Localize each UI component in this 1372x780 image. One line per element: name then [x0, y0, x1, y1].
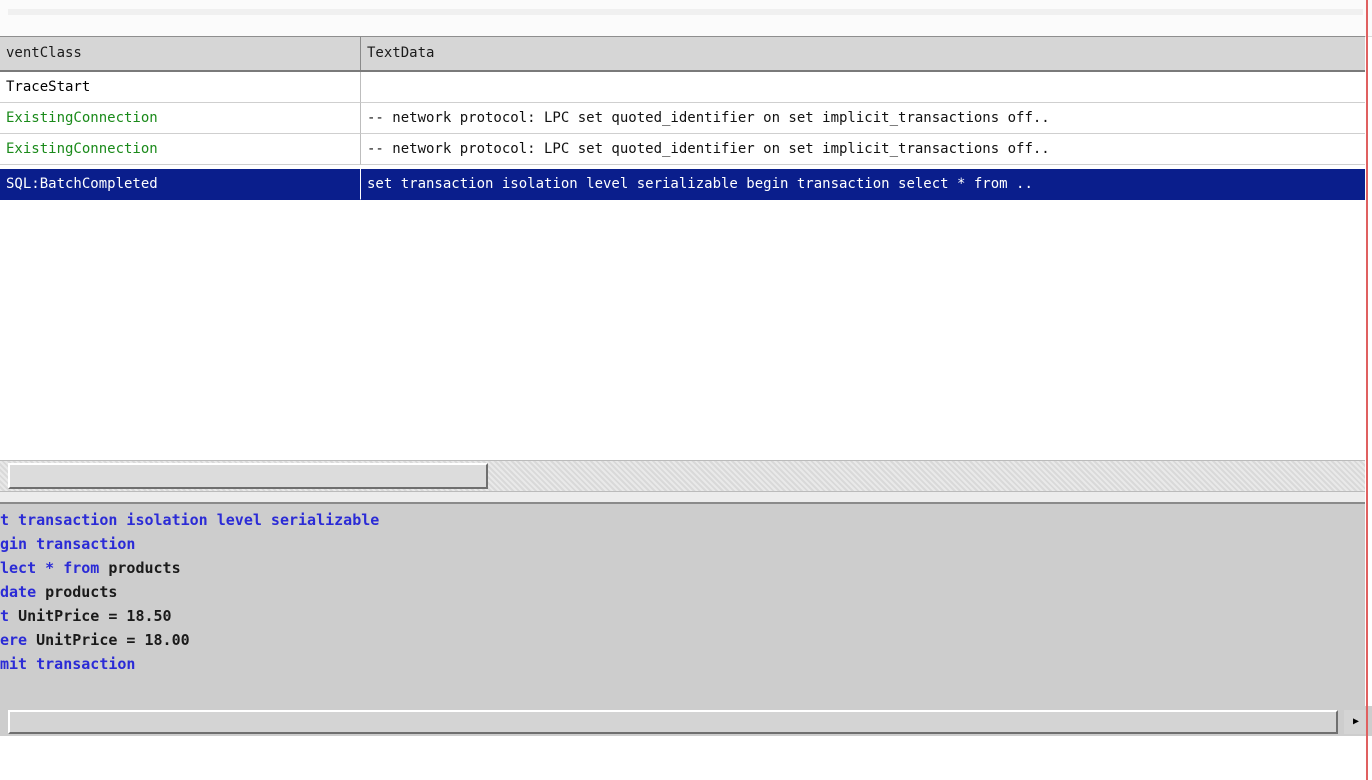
trace-grid[interactable]: ventClass TextData TraceStart ExistingCo… — [0, 36, 1365, 461]
column-header-event-class[interactable]: ventClass — [0, 37, 361, 70]
sql-line: gin transaction — [0, 532, 135, 556]
table-row-selected[interactable]: SQL:BatchCompleted set transaction isola… — [0, 169, 1365, 200]
sql-keyword: mit transaction — [0, 655, 136, 673]
sql-scrollbar-thumb[interactable] — [8, 710, 1338, 734]
sql-text: UnitPrice = 18.50 — [18, 607, 172, 625]
sql-keyword: t transaction isolation level serializab… — [0, 511, 380, 529]
sql-keyword: lect * from — [0, 559, 109, 577]
table-row[interactable]: TraceStart — [0, 72, 1365, 103]
window-border — [1366, 0, 1368, 780]
sql-line: mit transaction — [0, 652, 135, 676]
sql-line: lect * from products — [0, 556, 181, 580]
sql-line: t UnitPrice = 18.50 — [0, 604, 172, 628]
table-row[interactable]: ExistingConnection -- network protocol: … — [0, 134, 1365, 165]
sql-line: t transaction isolation level serializab… — [0, 508, 379, 532]
cell-text-data: set transaction isolation level serializ… — [361, 169, 1365, 200]
sql-text-pane[interactable]: t transaction isolation level serializab… — [0, 504, 1365, 706]
cell-event-class: SQL:BatchCompleted — [0, 169, 361, 200]
sql-keyword: date — [0, 583, 46, 601]
sql-text: products — [45, 583, 118, 601]
sql-keyword: t — [0, 607, 19, 625]
pane-splitter[interactable] — [0, 492, 1365, 504]
sql-text: products — [108, 559, 181, 577]
sql-keyword: gin transaction — [0, 535, 136, 553]
sql-line: date products — [0, 580, 117, 604]
grid-horizontal-scrollbar[interactable] — [0, 460, 1365, 492]
grid-header: ventClass TextData — [0, 37, 1365, 72]
cell-event-class: ExistingConnection — [0, 103, 361, 134]
sql-horizontal-scrollbar[interactable]: ▶ — [0, 706, 1372, 736]
sql-text: UnitPrice = 18.00 — [36, 631, 190, 649]
arrow-right-icon[interactable]: ▶ — [1344, 710, 1368, 734]
cell-event-class: TraceStart — [0, 72, 361, 103]
sql-keyword: ere — [0, 631, 37, 649]
cell-event-class: ExistingConnection — [0, 134, 361, 165]
grid-scrollbar-thumb[interactable] — [8, 463, 488, 489]
table-row[interactable]: ExistingConnection -- network protocol: … — [0, 103, 1365, 134]
cell-text-data: -- network protocol: LPC set quoted_iden… — [361, 134, 1365, 165]
status-area — [0, 736, 1372, 780]
sql-line: ere UnitPrice = 18.00 — [0, 628, 190, 652]
cell-text-data — [361, 72, 1365, 103]
cell-text-data: -- network protocol: LPC set quoted_iden… — [361, 103, 1365, 134]
column-header-text-data[interactable]: TextData — [361, 37, 1365, 70]
title-strip — [0, 0, 1372, 37]
title-strip-line — [8, 9, 1363, 15]
